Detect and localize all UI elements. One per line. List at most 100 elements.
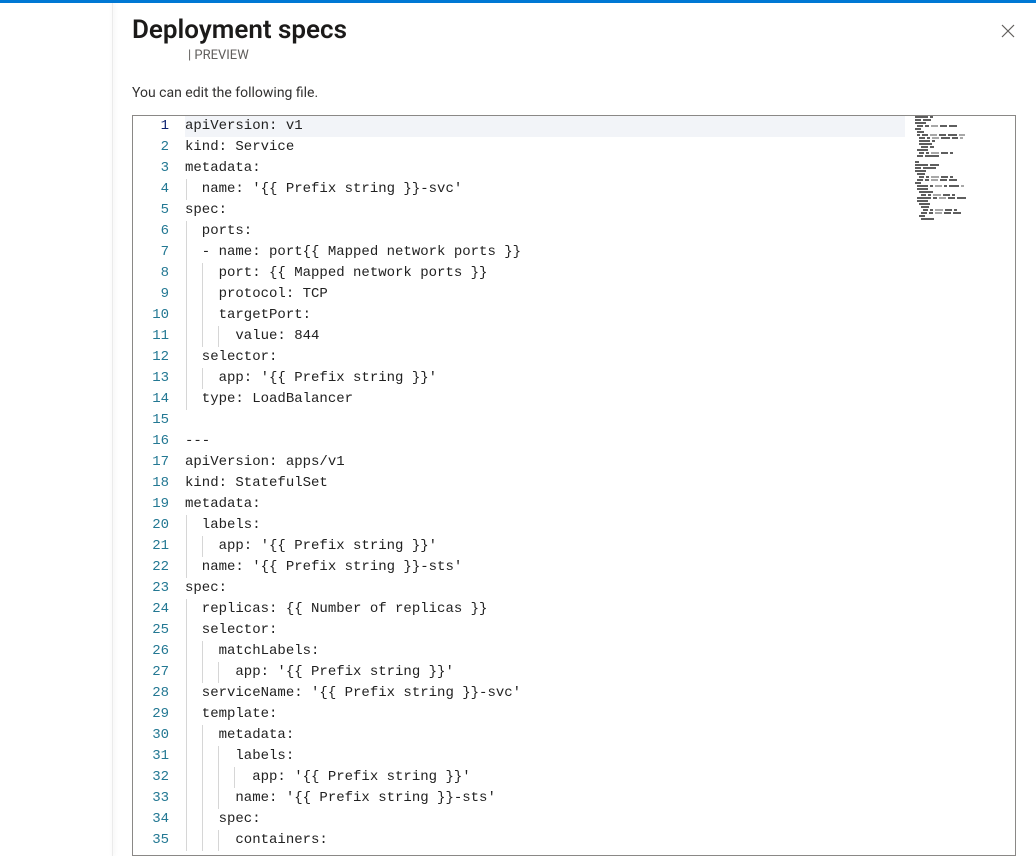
code-line[interactable]: metadata:	[185, 725, 905, 746]
code-line[interactable]: template:	[185, 704, 905, 725]
line-number: 16	[133, 431, 169, 452]
indent-guide	[202, 725, 203, 746]
code-line[interactable]: name: '{{ Prefix string }}-svc'	[185, 179, 905, 200]
code-line[interactable]: app: '{{ Prefix string }}'	[185, 536, 905, 557]
indent-guide	[218, 662, 219, 683]
line-number: 26	[133, 641, 169, 662]
indent-guide	[202, 305, 203, 326]
minimap-row	[911, 161, 1015, 163]
line-number: 1	[133, 116, 169, 137]
line-number: 18	[133, 473, 169, 494]
minimap-row	[911, 134, 1015, 136]
code-line[interactable]: name: '{{ Prefix string }}-sts'	[185, 557, 905, 578]
indent-guide	[186, 830, 187, 851]
minimap-row	[911, 158, 1015, 160]
indent-guide	[202, 809, 203, 830]
line-number: 30	[133, 725, 169, 746]
indent-guide	[202, 368, 203, 389]
code-line[interactable]: ports:	[185, 221, 905, 242]
minimap-row	[911, 182, 1015, 184]
panel-header: Deployment specs | PREVIEW	[132, 15, 1016, 63]
line-number: 23	[133, 578, 169, 599]
minimap-row	[911, 119, 1015, 121]
code-line[interactable]: spec:	[185, 809, 905, 830]
indent-guide	[186, 347, 187, 368]
code-line[interactable]: serviceName: '{{ Prefix string }}-svc'	[185, 683, 905, 704]
code-line[interactable]: selector:	[185, 620, 905, 641]
line-number: 2	[133, 137, 169, 158]
indent-guide	[202, 830, 203, 851]
code-line[interactable]: spec:	[185, 578, 905, 599]
minimap-row	[911, 122, 1015, 124]
line-number: 4	[133, 179, 169, 200]
minimap-row	[911, 200, 1015, 202]
minimap-row	[911, 152, 1015, 154]
minimap-row	[911, 137, 1015, 139]
code-lines[interactable]: apiVersion: v1kind: Servicemetadata: nam…	[185, 116, 905, 851]
line-number: 27	[133, 662, 169, 683]
line-number: 17	[133, 452, 169, 473]
code-line[interactable]: name: '{{ Prefix string }}-sts'	[185, 788, 905, 809]
minimap-row	[911, 215, 1015, 217]
line-number: 31	[133, 746, 169, 767]
code-line[interactable]: apiVersion: apps/v1	[185, 452, 905, 473]
line-number: 9	[133, 284, 169, 305]
indent-guide	[218, 788, 219, 809]
code-line[interactable]: app: '{{ Prefix string }}'	[185, 767, 905, 788]
code-line[interactable]: apiVersion: v1	[185, 116, 905, 137]
code-line[interactable]: spec:	[185, 200, 905, 221]
indent-guide	[186, 599, 187, 620]
code-line[interactable]: app: '{{ Prefix string }}'	[185, 662, 905, 683]
indent-guide	[186, 725, 187, 746]
indent-guide	[202, 284, 203, 305]
minimap-row	[911, 194, 1015, 196]
code-line[interactable]: kind: StatefulSet	[185, 473, 905, 494]
minimap-row	[911, 206, 1015, 208]
code-line[interactable]: type: LoadBalancer	[185, 389, 905, 410]
indent-guide	[186, 662, 187, 683]
code-line[interactable]: labels:	[185, 746, 905, 767]
code-line[interactable]	[185, 410, 905, 431]
code-line[interactable]: replicas: {{ Number of replicas }}	[185, 599, 905, 620]
indent-guide	[186, 389, 187, 410]
code-line[interactable]: selector:	[185, 347, 905, 368]
code-line[interactable]: value: 844	[185, 326, 905, 347]
close-button[interactable]	[994, 17, 1022, 45]
line-number: 13	[133, 368, 169, 389]
code-line[interactable]: port: {{ Mapped network ports }}	[185, 263, 905, 284]
indent-guide	[202, 788, 203, 809]
indent-guide	[186, 704, 187, 725]
line-number: 15	[133, 410, 169, 431]
code-line[interactable]: metadata:	[185, 494, 905, 515]
code-line[interactable]: labels:	[185, 515, 905, 536]
line-number: 35	[133, 830, 169, 851]
minimap-row	[911, 170, 1015, 172]
code-area[interactable]: apiVersion: v1kind: Servicemetadata: nam…	[185, 116, 1015, 855]
code-line[interactable]: metadata:	[185, 158, 905, 179]
minimap-row	[911, 179, 1015, 181]
code-editor[interactable]: 1234567891011121314151617181920212223242…	[132, 115, 1016, 856]
code-line[interactable]: - name: port{{ Mapped network ports }}	[185, 242, 905, 263]
code-line[interactable]: protocol: TCP	[185, 284, 905, 305]
indent-guide	[186, 368, 187, 389]
minimap[interactable]	[911, 116, 1015, 855]
indent-guide	[202, 536, 203, 557]
code-line[interactable]: matchLabels:	[185, 641, 905, 662]
indent-guide	[186, 788, 187, 809]
code-line[interactable]: app: '{{ Prefix string }}'	[185, 368, 905, 389]
page-title: Deployment specs	[132, 15, 994, 46]
code-line[interactable]: ---	[185, 431, 905, 452]
indent-guide	[234, 767, 235, 788]
line-number: 7	[133, 242, 169, 263]
code-line[interactable]: containers:	[185, 830, 905, 851]
indent-guide	[218, 830, 219, 851]
minimap-row	[911, 155, 1015, 157]
code-line[interactable]: targetPort:	[185, 305, 905, 326]
code-line[interactable]: kind: Service	[185, 137, 905, 158]
indent-guide	[202, 641, 203, 662]
line-number: 33	[133, 788, 169, 809]
panel-description: You can edit the following file.	[132, 85, 1016, 101]
minimap-row	[911, 191, 1015, 193]
indent-guide	[218, 767, 219, 788]
minimap-row	[911, 167, 1015, 169]
